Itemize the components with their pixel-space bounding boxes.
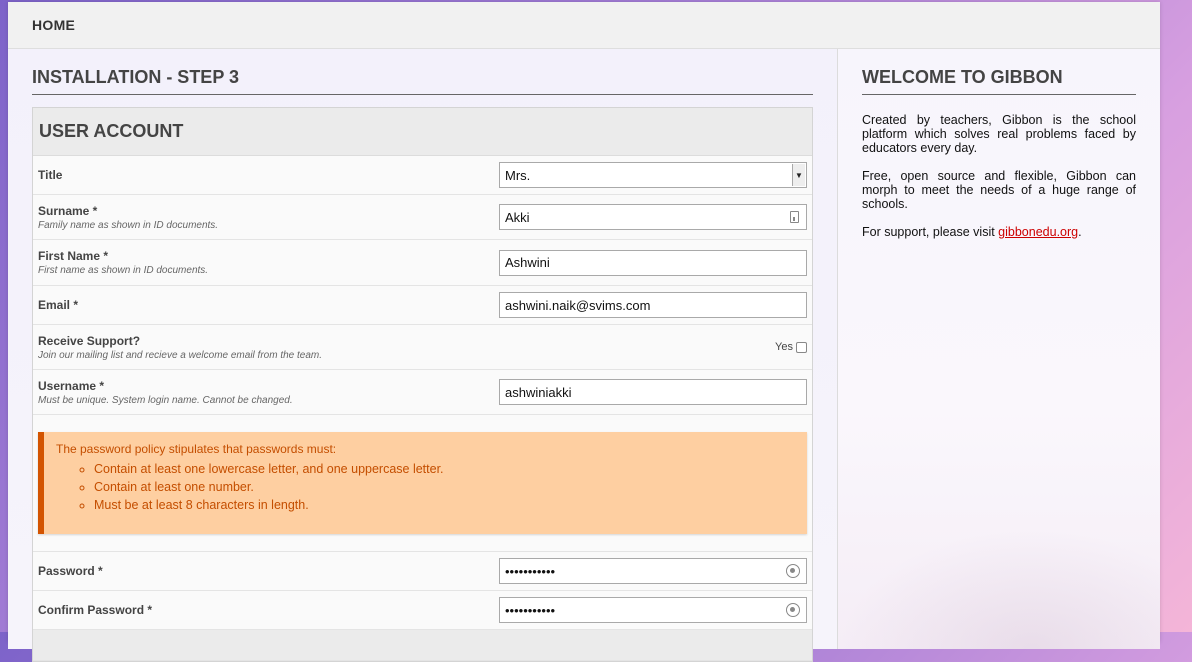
- surname-input[interactable]: Akki: [499, 204, 807, 230]
- support-checkbox[interactable]: [796, 341, 807, 353]
- confirm-password-row: Confirm Password * •••••••••••: [33, 591, 812, 630]
- policy-row: The password policy stipulates that pass…: [33, 415, 812, 552]
- password-manager-icon[interactable]: [786, 564, 800, 578]
- gibbonedu-link[interactable]: gibbonedu.org: [998, 225, 1078, 239]
- confirm-password-value: •••••••••••: [505, 602, 556, 618]
- username-row: Username * Must be unique. System login …: [33, 370, 812, 415]
- firstname-value: Ashwini: [505, 255, 550, 270]
- support-label: Receive Support?: [38, 333, 141, 348]
- surname-value: Akki: [505, 209, 530, 225]
- password-policy-alert: The password policy stipulates that pass…: [38, 432, 807, 534]
- email-input[interactable]: ashwini.naik@svims.com: [499, 292, 807, 318]
- support-suffix: .: [1078, 225, 1082, 239]
- support-yes-label: Yes: [775, 341, 793, 353]
- username-description: Must be unique. System login name. Canno…: [38, 394, 293, 406]
- sidebar: WELCOME TO GIBBON Created by teachers, G…: [838, 49, 1160, 649]
- surname-row: Surname * Family name as shown in ID doc…: [33, 195, 812, 240]
- policy-intro: The password policy stipulates that pass…: [56, 442, 337, 456]
- policy-item: Contain at least one lowercase letter, a…: [94, 462, 795, 476]
- form-footer: [33, 630, 812, 661]
- policy-item: Must be at least 8 characters in length.: [94, 498, 795, 512]
- username-label: Username *: [38, 378, 105, 393]
- confirm-password-input[interactable]: •••••••••••: [499, 597, 807, 623]
- form-header: USER ACCOUNT: [33, 108, 812, 156]
- surname-description: Family name as shown in ID documents.: [38, 219, 219, 231]
- contact-card-icon[interactable]: [790, 211, 799, 223]
- section-title: USER ACCOUNT: [39, 121, 184, 141]
- sidebar-support-paragraph: For support, please visit gibbonedu.org.: [862, 225, 1136, 239]
- policy-item: Contain at least one number.: [94, 480, 795, 494]
- support-prefix: For support, please visit: [862, 225, 999, 239]
- surname-label: Surname *: [38, 203, 98, 218]
- password-label: Password *: [38, 564, 103, 578]
- page-title: INSTALLATION - STEP 3: [32, 67, 813, 95]
- main-content: INSTALLATION - STEP 3 USER ACCOUNT Title…: [8, 49, 838, 662]
- sidebar-title: WELCOME TO GIBBON: [862, 67, 1136, 95]
- email-value: ashwini.naik@svims.com: [505, 297, 651, 313]
- sidebar-paragraph: Free, open source and flexible, Gibbon c…: [862, 169, 1136, 211]
- password-input[interactable]: •••••••••••: [499, 558, 807, 584]
- title-label: Title: [38, 168, 63, 182]
- user-account-form: USER ACCOUNT Title Mrs. ▼ Surname * Fami…: [32, 107, 813, 662]
- support-description: Join our mailing list and recieve a welc…: [38, 349, 323, 361]
- policy-list: Contain at least one lowercase letter, a…: [56, 462, 795, 512]
- chevron-down-icon: ▼: [792, 164, 805, 186]
- firstname-input[interactable]: Ashwini: [499, 249, 807, 276]
- firstname-label: First Name *: [38, 249, 109, 263]
- title-select[interactable]: Mrs. ▼: [499, 162, 807, 188]
- support-row: Receive Support? Join our mailing list a…: [33, 325, 812, 370]
- password-manager-icon[interactable]: [786, 603, 800, 617]
- sidebar-text: Created by teachers, Gibbon is the schoo…: [862, 113, 1136, 253]
- title-value: Mrs.: [505, 167, 531, 183]
- firstname-description: First name as shown in ID documents.: [38, 265, 209, 276]
- sidebar-paragraph: Created by teachers, Gibbon is the schoo…: [862, 113, 1136, 155]
- page: HOME INSTALLATION - STEP 3 USER ACCOUNT …: [8, 2, 1160, 662]
- username-value: ashwiniakki: [505, 384, 572, 400]
- top-nav: HOME: [8, 2, 1160, 49]
- password-value: •••••••••••: [505, 563, 556, 579]
- password-row: Password * •••••••••••: [33, 552, 812, 591]
- confirm-password-label: Confirm Password *: [38, 603, 153, 617]
- email-label: Email *: [38, 298, 79, 312]
- title-row: Title Mrs. ▼: [33, 156, 812, 195]
- support-option: Yes: [775, 341, 807, 353]
- email-row: Email * ashwini.naik@svims.com: [33, 286, 812, 325]
- firstname-row: First Name * First name as shown in ID d…: [33, 240, 812, 286]
- home-link[interactable]: HOME: [32, 17, 75, 33]
- username-input[interactable]: ashwiniakki: [499, 379, 807, 405]
